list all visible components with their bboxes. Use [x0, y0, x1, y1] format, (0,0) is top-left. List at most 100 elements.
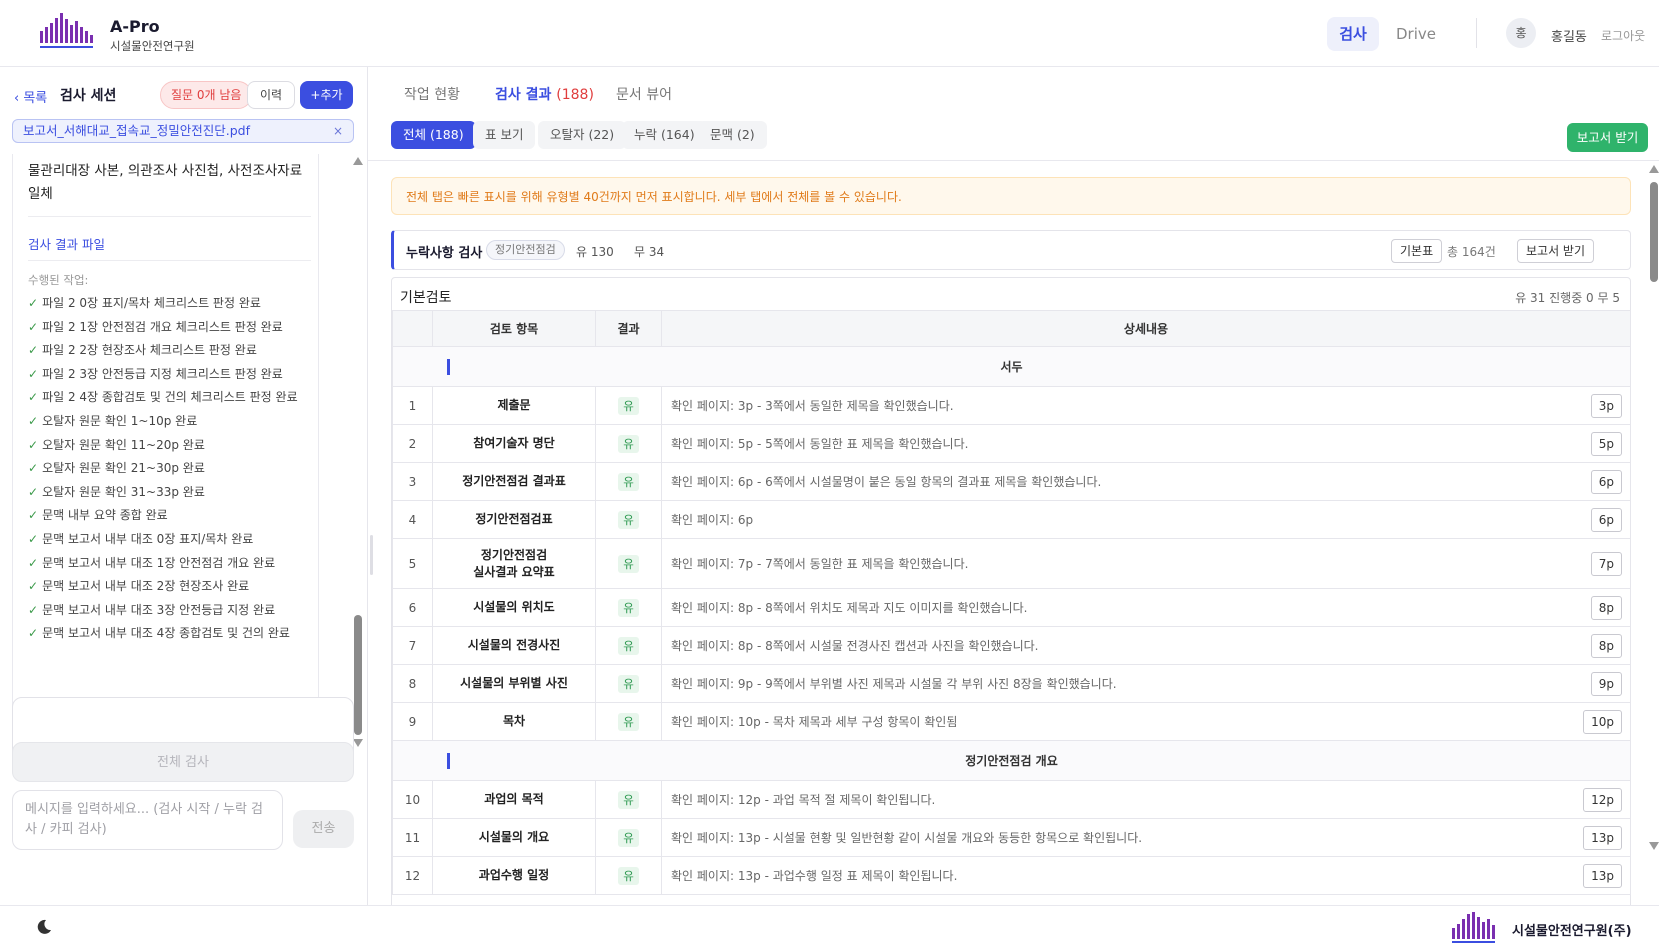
check-icon: ✓: [28, 531, 39, 546]
review-item: 시설물의 개요: [432, 818, 596, 857]
filter-missing[interactable]: 누락 (164): [622, 121, 707, 149]
check-icon: ✓: [28, 484, 39, 499]
table-row: 3 정기안전점검 결과표 유 확인 페이지: 6p - 6쪽에서 시설물명이 붙은 동…: [392, 462, 1631, 501]
result-cell: 유: [595, 386, 662, 425]
add-button[interactable]: +추가: [300, 81, 353, 109]
result-cell: 유: [595, 626, 662, 665]
logo-icon: [40, 13, 93, 48]
review-item: 시설물의 위치도: [432, 588, 596, 627]
done-task-item: ✓ 문맥 보고서 내부 대조 2장 현장조사 완료: [28, 577, 298, 601]
scroll-up-icon[interactable]: [353, 157, 363, 165]
section-report-button[interactable]: 보고서 받기: [1517, 239, 1595, 263]
detail-cell: 확인 페이지: 8p - 8쪽에서 시설물 전경사진 캡션과 사진을 확인했습니…: [661, 626, 1631, 665]
section-title: 누락사항 검사: [406, 246, 483, 261]
result-file-link[interactable]: 검사 결과 파일: [28, 234, 105, 253]
history-button[interactable]: 이력: [247, 81, 295, 109]
log-lead-text: 물관리대장 사본, 의관조사 사진첩, 사전조사자료 일체: [28, 163, 303, 202]
section-no-count: 무 34: [634, 245, 665, 259]
check-icon: ✓: [28, 296, 39, 310]
page-link-button[interactable]: 5p: [1590, 431, 1622, 456]
moon-icon[interactable]: [36, 919, 52, 935]
filter-all[interactable]: 전체 (188): [391, 121, 476, 149]
page-link-button[interactable]: 7p: [1590, 551, 1622, 576]
result-cell: 유: [595, 500, 662, 539]
results-scrollbar[interactable]: [1649, 165, 1659, 900]
section-tag: 정기안전점검: [486, 240, 565, 260]
group-marker: [447, 753, 450, 769]
detail-text: 확인 페이지: 12p - 과업 목적 절 제목이 확인됩니다.: [671, 793, 936, 807]
chat-input[interactable]: [12, 790, 283, 850]
detail-text: 확인 페이지: 3p - 3쪽에서 동일한 제목을 확인했습니다.: [671, 399, 954, 413]
row-number: 11: [392, 818, 433, 857]
avatar[interactable]: 홍: [1506, 18, 1536, 48]
filter-typo[interactable]: 오탈자 (22): [538, 121, 627, 149]
header-divider: [1476, 18, 1477, 48]
page-link-button[interactable]: 6p: [1590, 507, 1622, 532]
scrollbar-thumb[interactable]: [1650, 182, 1658, 282]
result-badge: 유: [618, 866, 639, 885]
tab-label: 검사 결과: [495, 87, 552, 103]
tab-work-status[interactable]: 작업 현황: [404, 84, 460, 104]
detail-cell: 확인 페이지: 6p - 6쪽에서 시설물명이 붙은 동일 항목의 결과표 제목…: [661, 462, 1631, 501]
table-row: 9 목차 유 확인 페이지: 10p - 목차 제목과 세부 구성 항목이 확인됨 10…: [392, 702, 1631, 741]
log-scrollbar[interactable]: [353, 157, 363, 747]
log-divider: [28, 216, 311, 217]
scroll-up-icon[interactable]: [1649, 165, 1659, 173]
page-link-button[interactable]: 12p: [1583, 787, 1622, 812]
page-link-button[interactable]: 13p: [1583, 863, 1622, 888]
detail-text: 확인 페이지: 10p - 목차 제목과 세부 구성 항목이 확인됨: [671, 715, 958, 729]
table-row: 11 시설물의 개요 유 확인 페이지: 13p - 시설물 현황 및 일반현황 같이…: [392, 818, 1631, 857]
page-link-button[interactable]: 13p: [1583, 825, 1622, 850]
tab-document-viewer[interactable]: 문서 뷰어: [616, 84, 672, 104]
full-check-button[interactable]: 전체 검사: [12, 742, 354, 782]
logout-link[interactable]: 로그아웃: [1601, 27, 1645, 44]
basic-review-table: 기본검토 유 31 진행중 0 무 5 검토 항목 결과 상세내용 서두 1 제출문…: [391, 277, 1631, 905]
back-to-list-link[interactable]: ‹ 목록: [14, 87, 47, 106]
result-badge: 유: [618, 554, 639, 573]
review-item: 정기안전점검 실사결과 요약표: [432, 538, 596, 589]
attached-file-chip[interactable]: 보고서_서해대교_접속교_정밀안전진단.pdf ×: [12, 119, 354, 143]
nav-tab-drive[interactable]: Drive: [1391, 17, 1441, 51]
col-header-detail: 상세내용: [661, 310, 1631, 347]
tab-count: (188): [556, 87, 594, 103]
table-row: 10 과업의 목적 유 확인 페이지: 12p - 과업 목적 절 제목이 확인됩니다…: [392, 780, 1631, 819]
page-link-button[interactable]: 8p: [1590, 633, 1622, 658]
page-link-button[interactable]: 3p: [1590, 393, 1622, 418]
result-cell: 유: [595, 702, 662, 741]
review-item: 시설물의 전경사진: [432, 626, 596, 665]
detail-text: 확인 페이지: 7p - 7쪽에서 동일한 표 제목을 확인했습니다.: [671, 557, 969, 571]
basic-table-button[interactable]: 기본표: [1391, 239, 1443, 263]
nav-tab-inspection[interactable]: 검사: [1327, 17, 1379, 51]
done-task-label: 파일 2 1장 안전점검 개요 체크리스트 판정 완료: [42, 319, 283, 334]
done-task-item: ✓ 파일 2 3장 안전등급 지정 체크리스트 판정 완료: [28, 365, 298, 389]
done-task-label: 오탈자 원문 확인 31~33p 완료: [42, 484, 205, 499]
filter-context[interactable]: 문맥 (2): [698, 121, 767, 149]
table-row: 8 시설물의 부위별 사진 유 확인 페이지: 9p - 9쪽에서 부위별 사진 제목…: [392, 664, 1631, 703]
page-link-button[interactable]: 10p: [1583, 709, 1622, 734]
row-number: 6: [392, 588, 433, 627]
table-stats: 유 31 진행중 0 무 5: [1515, 291, 1620, 305]
scroll-down-icon[interactable]: [353, 739, 363, 747]
filter-table-view[interactable]: 표 보기: [473, 121, 536, 149]
footer-logo-icon: [1452, 912, 1495, 943]
row-number: 2: [392, 424, 433, 463]
table-row: 1 제출문 유 확인 페이지: 3p - 3쪽에서 동일한 제목을 확인했습니다. 3p: [392, 386, 1631, 425]
page-link-button[interactable]: 8p: [1590, 595, 1622, 620]
table-row: 7 시설물의 전경사진 유 확인 페이지: 8p - 8쪽에서 시설물 전경사진 캡션…: [392, 626, 1631, 665]
page-link-button[interactable]: 6p: [1590, 469, 1622, 494]
scrollbar-thumb[interactable]: [354, 615, 362, 735]
tab-inspection-results[interactable]: 검사 결과 (188): [495, 84, 594, 104]
download-report-button[interactable]: 보고서 받기: [1567, 123, 1648, 152]
group-name: 정기안전점검 개요: [965, 754, 1058, 768]
check-icon: ✓: [28, 437, 39, 452]
close-icon[interactable]: ×: [333, 120, 343, 142]
scroll-down-icon[interactable]: [1649, 842, 1659, 850]
review-item: 시설물의 부위별 사진: [432, 664, 596, 703]
send-button[interactable]: 전송: [293, 810, 354, 848]
row-number: 4: [392, 500, 433, 539]
review-item: 정기안전점검표: [432, 500, 596, 539]
session-panel: ‹ 목록 검사 세션 질문 0개 남음 이력 +추가 보고서_서해대교_접속교_…: [0, 67, 373, 905]
check-icon: ✓: [28, 461, 39, 476]
back-label: 목록: [23, 91, 48, 106]
page-link-button[interactable]: 9p: [1590, 671, 1622, 696]
